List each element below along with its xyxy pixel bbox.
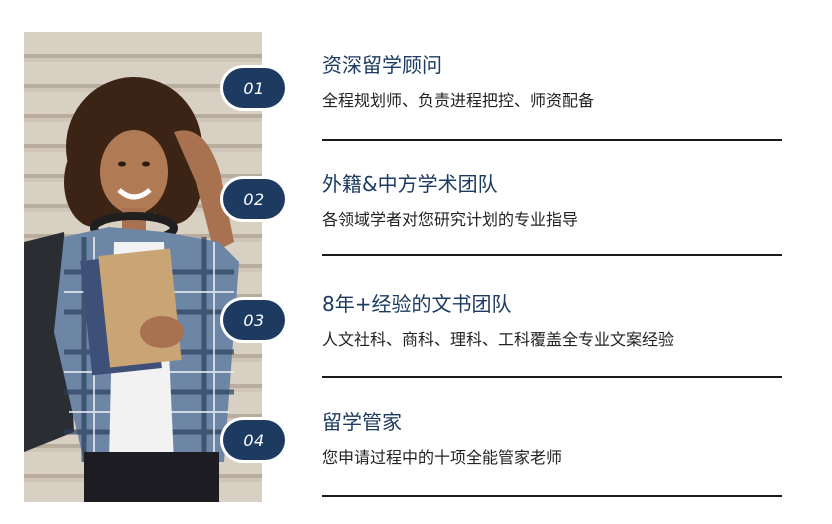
feature-item-consultant: 资深留学顾问 全程规划师、负责进程把控、师资配备 [322, 53, 782, 111]
feature-title: 资深留学顾问 [322, 53, 442, 77]
feature-desc: 您申请过程中的十项全能管家老师 [322, 448, 563, 467]
feature-desc: 全程规划师、负责进程把控、师资配备 [322, 91, 595, 110]
step-badge-01: 01 [223, 68, 285, 108]
divider [322, 376, 782, 378]
divider [322, 139, 782, 141]
feature-title: 8年+经验的文书团队 [322, 292, 512, 316]
feature-title: 留学管家 [322, 410, 402, 434]
feature-title: 外籍&中方学术团队 [322, 172, 498, 196]
feature-desc: 各领域学者对您研究计划的专业指导 [322, 210, 579, 229]
feature-item-writing-team: 8年+经验的文书团队 人文社科、商科、理科、工科覆盖全专业文案经验 [322, 292, 782, 350]
feature-item-academic-team: 外籍&中方学术团队 各领域学者对您研究计划的专业指导 [322, 172, 782, 230]
step-badge-04: 04 [223, 420, 285, 460]
step-badge-03: 03 [223, 300, 285, 340]
feature-item-butler: 留学管家 您申请过程中的十项全能管家老师 [322, 410, 782, 468]
divider [322, 254, 782, 256]
feature-desc: 人文社科、商科、理科、工科覆盖全专业文案经验 [322, 330, 675, 349]
step-badge-02: 02 [223, 179, 285, 219]
divider [322, 495, 782, 497]
